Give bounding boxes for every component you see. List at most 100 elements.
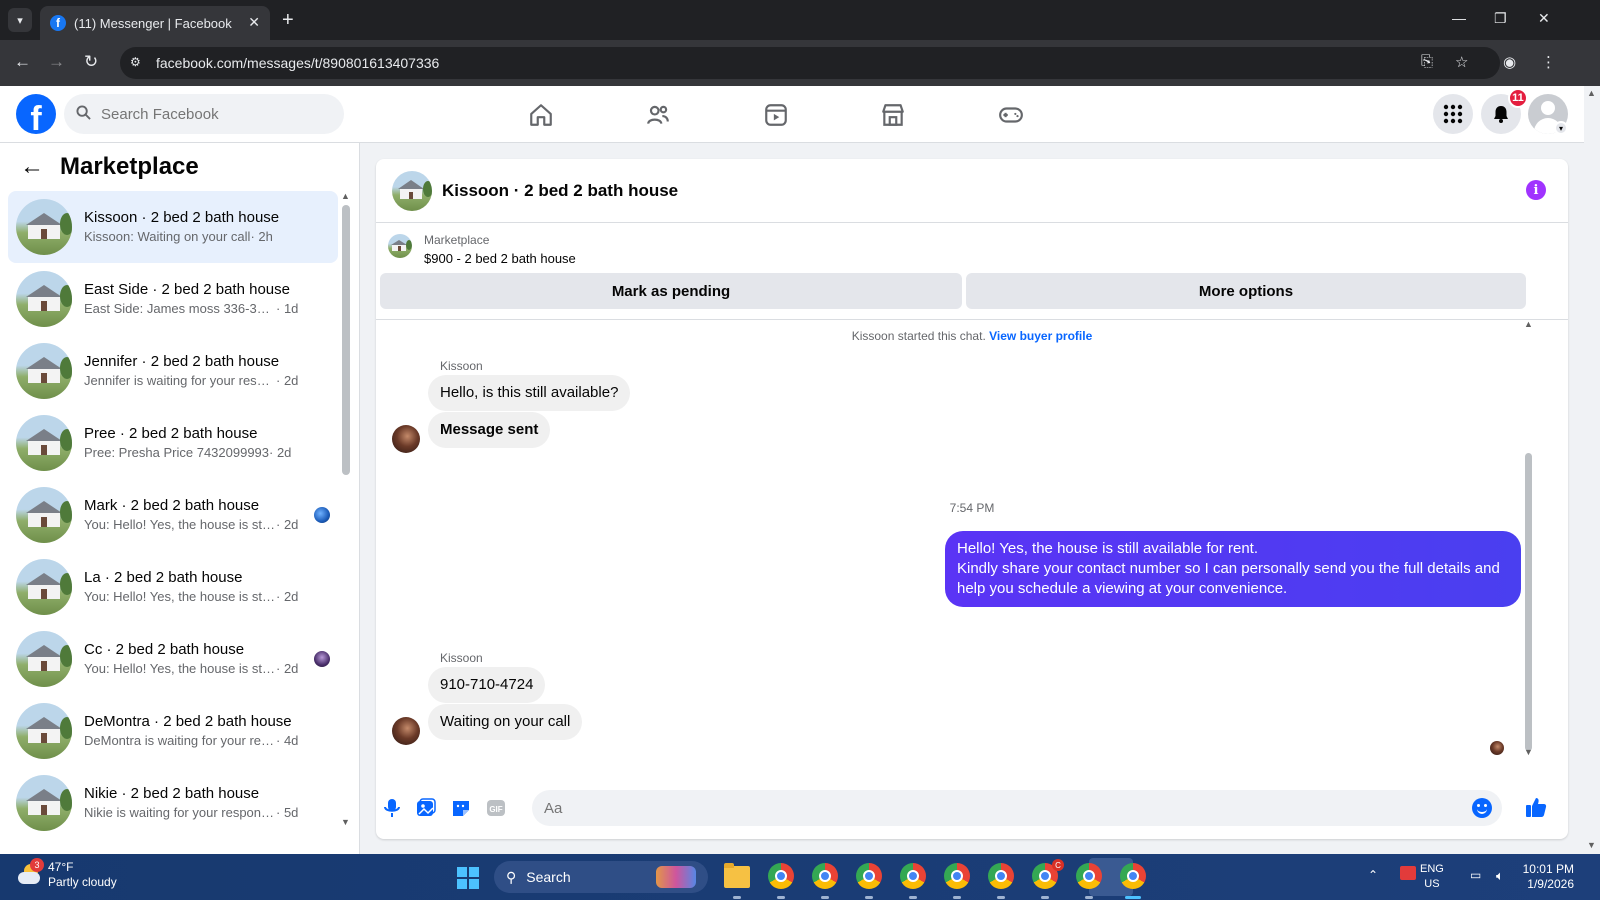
account-chevron-down-icon[interactable]: ▾ xyxy=(1554,121,1568,135)
sender-name: Kissoon xyxy=(440,359,483,373)
conversation-item[interactable]: East Side · 2 bed 2 bath house East Side:… xyxy=(8,263,338,335)
scroll-down-icon[interactable]: ▼ xyxy=(1587,840,1596,850)
conversation-item[interactable]: Kissoon · 2 bed 2 bath house Kissoon: Wai… xyxy=(8,191,338,263)
scroll-down-icon[interactable]: ▼ xyxy=(341,817,350,827)
conversation-item[interactable]: Nikie · 2 bed 2 bath house Nikie is waiti… xyxy=(8,767,338,839)
listing-avatar[interactable] xyxy=(392,170,432,211)
outgoing-message[interactable]: Hello! Yes, the house is still available… xyxy=(945,531,1521,607)
chrome-icon[interactable] xyxy=(768,863,796,899)
tray-app-icon[interactable] xyxy=(1400,866,1416,880)
chrome-icon[interactable] xyxy=(812,863,840,899)
scroll-up-icon[interactable]: ▲ xyxy=(341,191,350,201)
listing-price[interactable]: $900 - 2 bed 2 bath house xyxy=(424,251,576,266)
incoming-message[interactable]: Hello, is this still available? xyxy=(428,375,631,411)
sidebar-scrollbar[interactable]: ▲ ▼ xyxy=(340,191,352,851)
bookmark-star-icon[interactable]: ☆ xyxy=(1455,53,1468,71)
chat-title[interactable]: Kissoon · 2 bed 2 bath house xyxy=(442,181,678,201)
conversation-preview: DeMontra is waiting for your respo... xyxy=(84,733,276,748)
windows-start-icon[interactable] xyxy=(457,867,479,889)
listing-thumbnail[interactable] xyxy=(388,234,412,258)
minimize-icon[interactable]: — xyxy=(1452,10,1466,26)
sticker-icon[interactable] xyxy=(450,797,472,819)
incoming-message[interactable]: Waiting on your call xyxy=(428,704,583,740)
scrollbar-thumb[interactable] xyxy=(342,205,350,475)
weather-temperature: 47°F xyxy=(48,860,74,874)
chrome-icon[interactable] xyxy=(856,863,884,899)
back-arrow-icon[interactable]: ← xyxy=(14,52,31,72)
scroll-up-icon[interactable]: ▲ xyxy=(1587,88,1596,98)
conversation-preview-line: You: Hello! Yes, the house is still av..… xyxy=(84,588,312,606)
message-input-box[interactable] xyxy=(532,790,1502,826)
more-menu-icon[interactable]: ⋮ xyxy=(1541,53,1556,71)
scroll-up-icon[interactable]: ▲ xyxy=(1524,319,1533,329)
emoji-icon[interactable] xyxy=(1472,798,1492,818)
site-settings-icon[interactable]: ⚙ xyxy=(130,55,146,71)
window-close-icon[interactable]: ✕ xyxy=(1538,10,1550,27)
incoming-message[interactable]: 910-710-4724 xyxy=(428,667,546,703)
conversation-item[interactable]: La · 2 bed 2 bath house You: Hello! Yes, … xyxy=(8,551,338,623)
marketplace-sidebar: ← Marketplace Kissoon · 2 bed 2 bath hou… xyxy=(0,143,360,854)
chrome-icon[interactable] xyxy=(988,863,1016,899)
chrome-icon[interactable] xyxy=(1076,863,1104,899)
page-scrollbar[interactable]: ▲ ▼ xyxy=(1584,86,1600,854)
address-bar[interactable]: ⚙ facebook.com/messages/t/89080161340733… xyxy=(120,47,1500,79)
facebook-search-box[interactable] xyxy=(64,94,344,134)
gif-icon[interactable]: GIF xyxy=(485,797,507,819)
thread-scrollbar[interactable]: ▲ ▼ xyxy=(1522,319,1534,777)
tab-search-dropdown-icon[interactable]: ▾ xyxy=(8,8,32,32)
search-input[interactable] xyxy=(101,105,321,123)
conversation-time: · 2d xyxy=(269,445,292,460)
outgoing-message-line: Kindly share your contact number so I ca… xyxy=(957,560,1500,597)
message-input[interactable] xyxy=(544,799,1424,817)
language-indicator[interactable]: ENG US xyxy=(1420,862,1444,892)
conversation-item[interactable]: DeMontra · 2 bed 2 bath house DeMontra is… xyxy=(8,695,338,767)
system-clock[interactable]: 10:01 PM 1/9/2026 xyxy=(1496,862,1574,892)
new-tab-button[interactable]: + xyxy=(282,8,294,32)
seen-avatar xyxy=(314,651,330,667)
video-icon[interactable] xyxy=(759,98,793,132)
forward-arrow-icon[interactable]: → xyxy=(48,52,65,72)
photo-icon[interactable] xyxy=(415,797,437,819)
thumbs-up-icon[interactable] xyxy=(1524,795,1548,819)
listing-avatar xyxy=(16,559,72,615)
more-options-button[interactable]: More options xyxy=(966,273,1526,309)
info-icon[interactable]: i xyxy=(1526,180,1546,200)
conversation-item[interactable]: Cc · 2 bed 2 bath house You: Hello! Yes, … xyxy=(8,623,338,695)
file-explorer-icon[interactable] xyxy=(724,863,752,899)
friends-icon[interactable] xyxy=(641,98,675,132)
back-arrow-icon[interactable]: ← xyxy=(20,153,44,181)
facebook-logo[interactable]: f xyxy=(16,94,56,134)
incoming-message[interactable]: Message sent xyxy=(428,412,551,448)
chrome-icon[interactable] xyxy=(1120,863,1148,899)
network-icon[interactable]: ▭ xyxy=(1470,868,1481,882)
taskbar-search[interactable]: ⚲ Search xyxy=(494,861,708,893)
chrome-icon[interactable] xyxy=(944,863,972,899)
conversation-item[interactable]: Jennifer · 2 bed 2 bath house Jennifer is… xyxy=(8,335,338,407)
reload-icon[interactable]: ↻ xyxy=(84,52,98,72)
view-buyer-profile-link[interactable]: View buyer profile xyxy=(989,329,1092,343)
weather-widget[interactable]: 3 47°F Partly cloudy xyxy=(16,858,117,890)
sender-avatar[interactable] xyxy=(392,425,420,453)
sender-avatar[interactable] xyxy=(392,717,420,745)
browser-tab[interactable]: f (11) Messenger | Facebook ✕ xyxy=(40,6,270,40)
conversation-title: DeMontra · 2 bed 2 bath house xyxy=(84,713,292,730)
scrollbar-thumb[interactable] xyxy=(1525,453,1532,751)
chrome-icon[interactable] xyxy=(900,863,928,899)
marketplace-icon[interactable] xyxy=(876,98,910,132)
listing-avatar xyxy=(16,703,72,759)
show-hidden-icons-chevron-icon[interactable]: ⌃ xyxy=(1368,868,1378,882)
mark-as-pending-button[interactable]: Mark as pending xyxy=(380,273,962,309)
profile-icon[interactable]: ◉ xyxy=(1503,53,1516,71)
menu-grid-icon[interactable] xyxy=(1433,94,1473,134)
microphone-icon[interactable] xyxy=(381,797,403,819)
tab-close-icon[interactable]: ✕ xyxy=(248,14,260,31)
conversation-item[interactable]: Mark · 2 bed 2 bath house You: Hello! Yes… xyxy=(8,479,338,551)
home-icon[interactable] xyxy=(524,98,558,132)
chrome-icon[interactable]: C xyxy=(1032,859,1064,899)
conversation-item[interactable]: Pree · 2 bed 2 bath house Pree: Presha Pr… xyxy=(8,407,338,479)
read-receipt-avatar xyxy=(1490,741,1504,755)
scroll-down-icon[interactable]: ▼ xyxy=(1524,747,1533,757)
restore-icon[interactable]: ❐ xyxy=(1494,10,1507,27)
install-app-icon[interactable]: ⎘ xyxy=(1421,53,1433,70)
gaming-icon[interactable] xyxy=(994,98,1028,132)
